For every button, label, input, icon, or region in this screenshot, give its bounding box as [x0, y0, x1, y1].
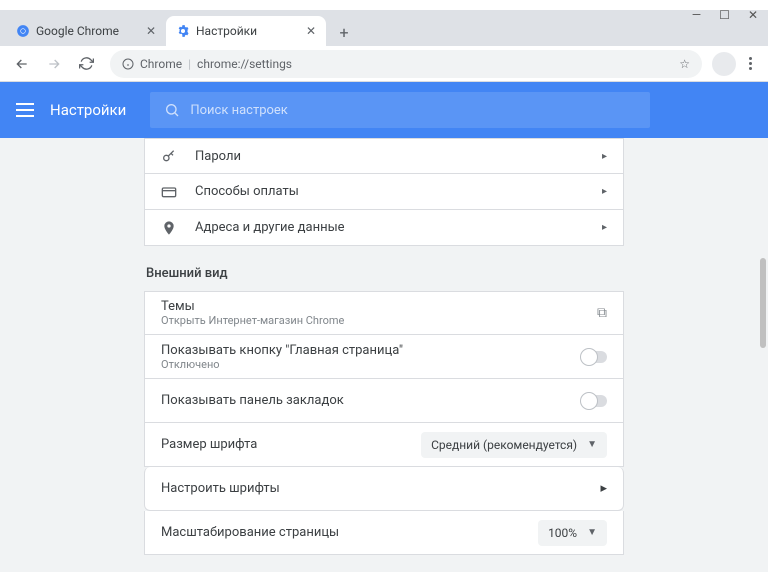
row-addresses[interactable]: Адреса и другие данные ▸	[144, 210, 624, 246]
address-bar[interactable]: Chrome | chrome://settings ☆	[110, 50, 702, 78]
key-icon	[161, 148, 181, 164]
info-icon	[122, 58, 134, 70]
tab-label: Настройки	[196, 24, 257, 38]
row-label: Показывать панель закладок	[161, 393, 344, 408]
address-url: chrome://settings	[197, 57, 292, 71]
open-external-icon: ⧉	[597, 305, 607, 321]
chevron-down-icon: ▼	[587, 527, 597, 538]
page-title: Настройки	[50, 101, 126, 119]
row-home-button[interactable]: Показывать кнопку "Главная страница" Отк…	[144, 335, 624, 379]
section-appearance: Внешний вид	[146, 266, 624, 281]
font-size-select[interactable]: Средний (рекомендуется) ▼	[421, 432, 607, 458]
settings-content: Пароли ▸ Способы оплаты ▸ Адреса и други…	[0, 138, 768, 572]
row-sublabel: Отключено	[161, 358, 403, 371]
zoom-select[interactable]: 100% ▼	[538, 520, 607, 546]
row-label: Настроить шрифты	[161, 481, 280, 496]
back-button[interactable]	[8, 50, 36, 78]
toolbar: Chrome | chrome://settings ☆	[0, 46, 768, 82]
location-icon	[161, 220, 181, 236]
row-payment[interactable]: Способы оплаты ▸	[144, 174, 624, 210]
reload-button[interactable]	[72, 50, 100, 78]
settings-header: Настройки Поиск настроек	[0, 82, 768, 138]
chevron-right-icon: ▸	[602, 151, 607, 162]
row-label: Размер шрифта	[161, 437, 257, 452]
new-tab-button[interactable]: +	[330, 18, 358, 46]
tab-settings[interactable]: Настройки ✕	[166, 16, 326, 46]
window-controls: — ☐ ✕	[692, 8, 758, 22]
scrollbar-thumb[interactable]	[760, 258, 766, 348]
search-icon	[164, 102, 180, 118]
row-label: Способы оплаты	[195, 184, 299, 199]
toggle-switch[interactable]	[581, 395, 607, 407]
chevron-right-icon: ▸	[602, 186, 607, 197]
row-sublabel: Открыть Интернет-магазин Chrome	[161, 314, 344, 327]
card-icon	[161, 184, 181, 200]
row-label: Адреса и другие данные	[195, 220, 345, 235]
row-label: Темы	[161, 299, 344, 314]
tab-close-icon[interactable]: ✕	[306, 24, 316, 38]
row-label: Пароли	[195, 149, 241, 164]
row-bookmarks-bar[interactable]: Показывать панель закладок	[144, 379, 624, 423]
tab-close-icon[interactable]: ✕	[146, 24, 156, 38]
address-protocol: Chrome	[140, 57, 182, 71]
chrome-favicon	[16, 24, 30, 38]
tab-strip: Google Chrome ✕ Настройки ✕ +	[0, 10, 768, 46]
profile-avatar[interactable]	[712, 52, 736, 76]
tab-google-chrome[interactable]: Google Chrome ✕	[6, 16, 166, 46]
chevron-right-icon: ▸	[600, 481, 607, 496]
chevron-right-icon: ▸	[602, 222, 607, 233]
forward-button[interactable]	[40, 50, 68, 78]
row-label: Показывать кнопку "Главная страница"	[161, 343, 403, 358]
maximize-button[interactable]: ☐	[719, 8, 730, 22]
bookmark-star-icon[interactable]: ☆	[679, 57, 690, 71]
row-passwords[interactable]: Пароли ▸	[144, 138, 624, 174]
row-page-zoom: Масштабирование страницы 100% ▼	[144, 511, 624, 555]
row-font-size: Размер шрифта Средний (рекомендуется) ▼	[144, 423, 624, 467]
minimize-button[interactable]: —	[692, 8, 701, 22]
chrome-menu-button[interactable]	[740, 54, 760, 74]
row-customize-fonts[interactable]: Настроить шрифты ▸	[144, 467, 624, 511]
row-themes[interactable]: Темы Открыть Интернет-магазин Chrome ⧉	[144, 291, 624, 335]
toggle-switch[interactable]	[581, 351, 607, 363]
chevron-down-icon: ▼	[587, 439, 597, 450]
gear-favicon	[176, 24, 190, 38]
close-window-button[interactable]: ✕	[748, 8, 758, 22]
menu-icon[interactable]	[16, 103, 34, 117]
tab-label: Google Chrome	[36, 24, 119, 38]
row-label: Масштабирование страницы	[161, 525, 339, 540]
search-placeholder: Поиск настроек	[190, 103, 288, 118]
settings-search[interactable]: Поиск настроек	[150, 92, 650, 128]
